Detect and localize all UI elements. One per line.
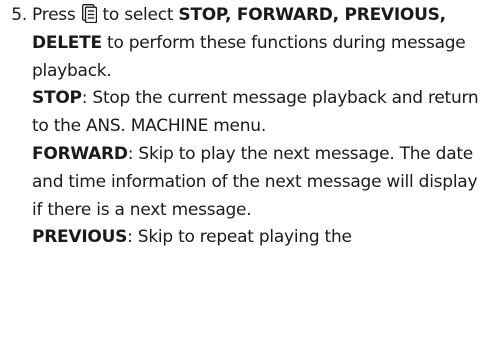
function-name: FORWARD: [32, 143, 128, 164]
function-description: : Skip to repeat playing the: [127, 227, 352, 248]
function-name: PREVIOUS: [32, 227, 128, 248]
function-description: : Stop the current message playback and …: [32, 88, 479, 137]
function-previous: PREVIOUS: Skip to repeat playing the: [32, 224, 479, 252]
instruction-document: 5. Press to select STOP, FORWARD, PREVIOU…: [0, 2, 487, 252]
function-stop: STOP: Stop the current message playback …: [32, 85, 479, 141]
menu-list-icon: [81, 4, 97, 23]
step-intro: Press to select STOP, FORWARD, PREVIOUS, …: [32, 2, 479, 85]
intro-mid: to select: [102, 5, 174, 25]
function-name: STOP: [32, 88, 82, 109]
step-number: 5.: [11, 5, 27, 25]
intro-prefix: Press: [32, 5, 76, 25]
step-body: Press to select STOP, FORWARD, PREVIOUS, …: [32, 2, 487, 252]
function-forward: FORWARD: Skip to play the next message. …: [32, 141, 479, 224]
step-5: 5. Press to select STOP, FORWARD, PREVIOU…: [0, 2, 487, 252]
